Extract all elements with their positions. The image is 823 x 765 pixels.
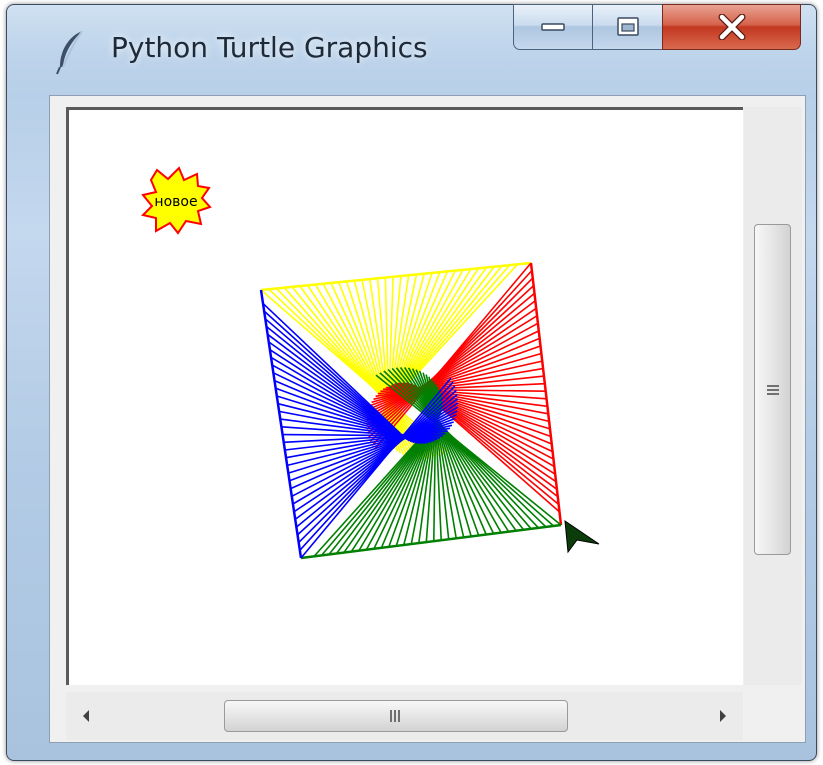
close-icon bbox=[718, 14, 745, 40]
pen-edge bbox=[259, 289, 303, 559]
turtle-window: Python Turtle Graphics новое bbox=[6, 4, 817, 761]
maximize-button[interactable] bbox=[592, 4, 663, 50]
window-title: Python Turtle Graphics bbox=[111, 31, 428, 64]
badge-text: новое bbox=[154, 194, 197, 210]
pen-line bbox=[299, 381, 454, 551]
caption-buttons bbox=[513, 4, 802, 54]
vertical-scrollbar[interactable] bbox=[744, 107, 802, 685]
horizontal-scroll-thumb[interactable] bbox=[224, 700, 568, 732]
pen-line bbox=[383, 370, 547, 528]
new-badge: новое bbox=[141, 166, 212, 235]
client-area: новое bbox=[49, 95, 806, 743]
close-button[interactable] bbox=[662, 4, 801, 50]
turtle-drawing: новое bbox=[141, 166, 600, 560]
maximize-icon bbox=[616, 17, 639, 36]
arrow-right-icon bbox=[720, 710, 726, 722]
scroll-left-button[interactable] bbox=[66, 692, 106, 740]
horizontal-scrollbar[interactable] bbox=[66, 692, 743, 740]
title-bar[interactable]: Python Turtle Graphics bbox=[7, 4, 816, 91]
turtle-arrow-icon bbox=[564, 519, 600, 554]
grip-icon bbox=[390, 710, 402, 722]
minimize-button[interactable] bbox=[513, 4, 593, 50]
scroll-right-button[interactable] bbox=[703, 692, 743, 740]
vertical-scroll-thumb[interactable] bbox=[754, 224, 791, 555]
feather-icon bbox=[56, 30, 83, 75]
grip-icon bbox=[766, 384, 779, 395]
spiral-pattern bbox=[259, 261, 563, 560]
arrow-left-icon bbox=[83, 710, 89, 722]
turtle-canvas[interactable]: новое bbox=[66, 107, 743, 685]
minimize-icon bbox=[541, 23, 565, 31]
scrollbar-corner bbox=[744, 692, 802, 740]
